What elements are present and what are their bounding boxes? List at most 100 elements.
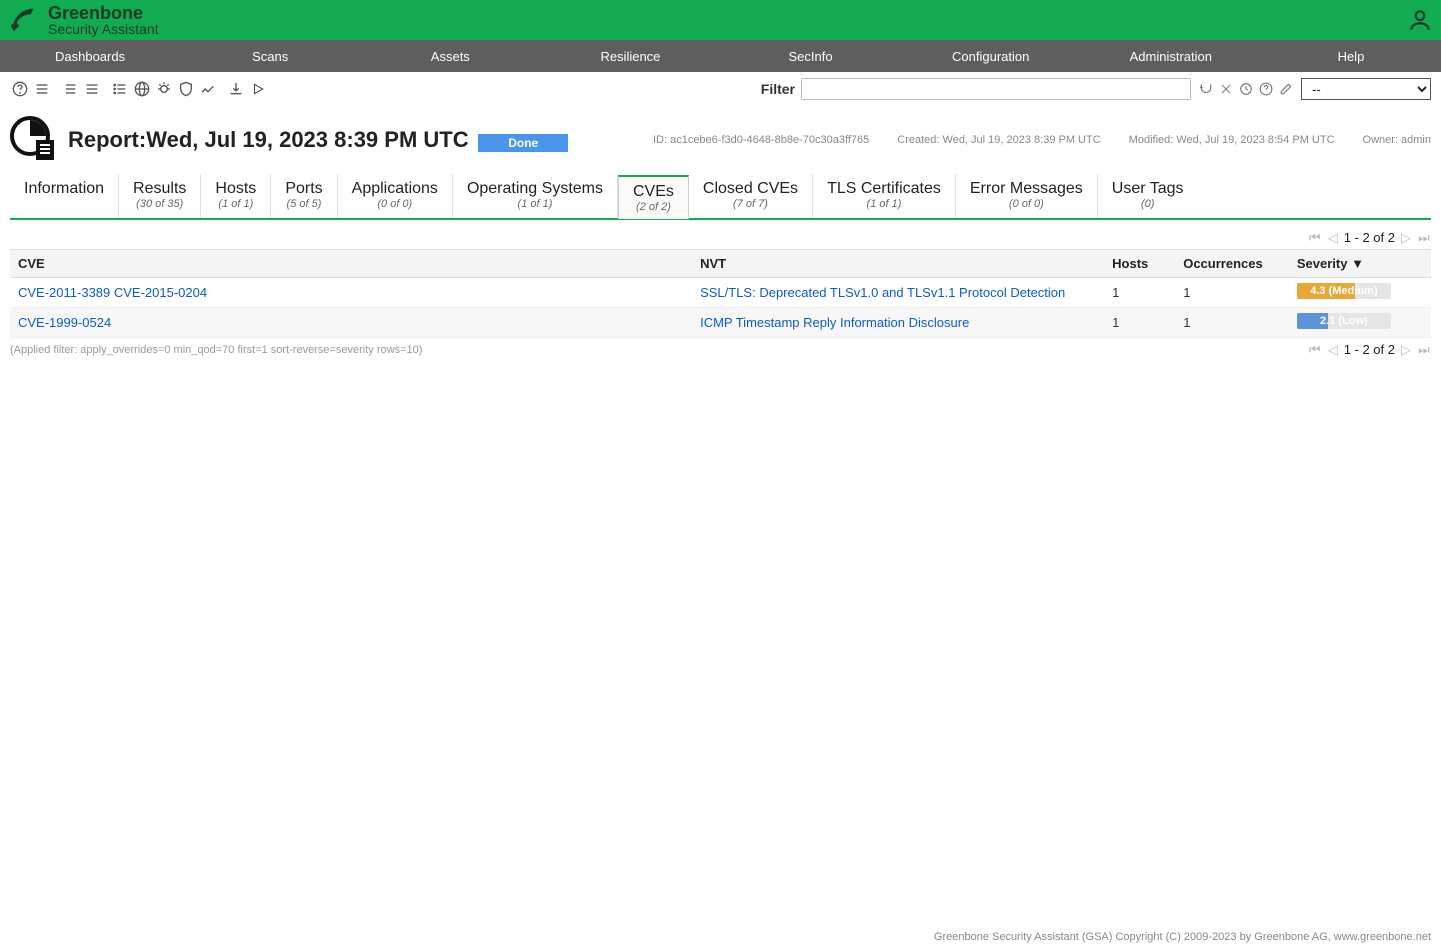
- pagination-top: ⏮ ◁ 1 - 2 of 2 ▷ ⏭: [10, 226, 1431, 249]
- page-last-icon[interactable]: ⏭: [1417, 231, 1431, 245]
- logo-text: Greenbone Security Assistant: [48, 4, 159, 36]
- occurrences-cell: 1: [1175, 308, 1289, 338]
- page-header: Report:Wed, Jul 19, 2023 8:39 PM UTC Don…: [0, 106, 1441, 174]
- main-menu: Dashboards Scans Assets Resilience SecIn…: [0, 40, 1441, 72]
- bug-icon[interactable]: [154, 79, 174, 99]
- tab-label: CVEs: [633, 183, 674, 201]
- brand-line1: Greenbone: [48, 4, 159, 22]
- menu-assets[interactable]: Assets: [360, 41, 540, 72]
- tab-label: TLS Certificates: [827, 180, 941, 198]
- tab-ports[interactable]: Ports(5 of 5): [271, 174, 337, 218]
- logo-area[interactable]: Greenbone Security Assistant: [8, 3, 159, 37]
- cve-link[interactable]: CVE-1999-0524: [18, 315, 111, 330]
- shield-icon[interactable]: [176, 79, 196, 99]
- tab-closed-cves[interactable]: Closed CVEs(7 of 7): [689, 174, 813, 218]
- footer-text: Greenbone Security Assistant (GSA) Copyr…: [934, 931, 1431, 943]
- add-filter-icon[interactable]: [60, 79, 80, 99]
- page-next-icon[interactable]: ▷: [1399, 343, 1413, 357]
- tab-count: (0): [1112, 198, 1184, 210]
- tab-label: Ports: [285, 180, 322, 198]
- tab-label: Error Messages: [970, 180, 1083, 198]
- tab-count: (1 of 1): [467, 198, 603, 210]
- filter-clear-icon[interactable]: [1217, 80, 1235, 98]
- meta-info: ID: ac1cebe6-f3d0-4648-8b8e-70c30a3ff765…: [653, 134, 1431, 146]
- tab-label: User Tags: [1112, 180, 1184, 198]
- tab-hosts[interactable]: Hosts(1 of 1): [201, 174, 271, 218]
- filter-input[interactable]: [801, 78, 1191, 100]
- page-first-icon[interactable]: ⏮: [1308, 343, 1322, 357]
- help-icon[interactable]: [10, 79, 30, 99]
- play-icon[interactable]: [248, 79, 268, 99]
- menu-resilience[interactable]: Resilience: [540, 41, 720, 72]
- tab-tls-certificates[interactable]: TLS Certificates(1 of 1): [813, 174, 956, 218]
- tab-label: Closed CVEs: [703, 180, 798, 198]
- col-occurrences[interactable]: Occurrences: [1175, 250, 1289, 278]
- title-date: Wed, Jul 19, 2023 8:39 PM UTC: [146, 127, 468, 152]
- tab-label: Applications: [352, 180, 438, 198]
- filter-reset-icon[interactable]: [1237, 80, 1255, 98]
- severity-bar: 4.3 (Medium): [1297, 283, 1391, 299]
- page-first-icon[interactable]: ⏮: [1308, 231, 1322, 245]
- col-severity[interactable]: Severity ▼: [1289, 250, 1431, 278]
- hosts-cell: 1: [1104, 308, 1175, 338]
- filter-select[interactable]: --: [1301, 78, 1431, 100]
- page-range: 1 - 2 of 2: [1344, 342, 1395, 357]
- tab-user-tags[interactable]: User Tags(0): [1098, 174, 1198, 218]
- occurrences-cell: 1: [1175, 278, 1289, 308]
- col-cve[interactable]: CVE: [10, 250, 692, 278]
- col-nvt[interactable]: NVT: [692, 250, 1104, 278]
- menu-configuration[interactable]: Configuration: [901, 41, 1081, 72]
- filter-edit-icon[interactable]: [1277, 80, 1295, 98]
- col-hosts[interactable]: Hosts: [1104, 250, 1175, 278]
- menu-administration[interactable]: Administration: [1081, 41, 1261, 72]
- globe-icon[interactable]: [132, 79, 152, 99]
- cve-link[interactable]: CVE-2011-3389 CVE-2015-0204: [18, 285, 207, 300]
- tab-cves[interactable]: CVEs(2 of 2): [618, 175, 689, 219]
- list-icon[interactable]: [32, 79, 52, 99]
- menu-help[interactable]: Help: [1261, 41, 1441, 72]
- status-badge: Done: [478, 134, 568, 152]
- tab-label: Operating Systems: [467, 180, 603, 198]
- tab-count: (30 of 35): [133, 198, 186, 210]
- title-prefix: Report:: [68, 127, 146, 152]
- report-created: Created: Wed, Jul 19, 2023 8:39 PM UTC: [897, 134, 1100, 146]
- task-icon[interactable]: [110, 79, 130, 99]
- download-icon[interactable]: [226, 79, 246, 99]
- tab-results[interactable]: Results(30 of 35): [119, 174, 201, 218]
- tab-error-messages[interactable]: Error Messages(0 of 0): [956, 174, 1098, 218]
- menu-secinfo[interactable]: SecInfo: [721, 41, 901, 72]
- tab-label: Information: [24, 180, 104, 198]
- nvt-link[interactable]: SSL/TLS: Deprecated TLSv1.0 and TLSv1.1 …: [700, 285, 1065, 300]
- tab-label: Hosts: [215, 180, 256, 198]
- filter-apply-icon[interactable]: [1197, 80, 1215, 98]
- menu-scans[interactable]: Scans: [180, 41, 360, 72]
- user-menu-icon[interactable]: [1407, 7, 1433, 33]
- menu-dashboards[interactable]: Dashboards: [0, 41, 180, 72]
- page-last-icon[interactable]: ⏭: [1417, 343, 1431, 357]
- page-prev-icon[interactable]: ◁: [1326, 231, 1340, 245]
- tab-operating-systems[interactable]: Operating Systems(1 of 1): [453, 174, 618, 218]
- tab-count: (0 of 0): [970, 198, 1083, 210]
- toolbar: Filter --: [0, 72, 1441, 106]
- tab-count: (2 of 2): [633, 201, 674, 213]
- hosts-cell: 1: [1104, 278, 1175, 308]
- remove-filter-icon[interactable]: [82, 79, 102, 99]
- performance-icon[interactable]: [198, 79, 218, 99]
- page-next-icon[interactable]: ▷: [1399, 231, 1413, 245]
- report-icon: [10, 116, 58, 164]
- filter-help-icon[interactable]: [1257, 80, 1275, 98]
- report-id: ID: ac1cebe6-f3d0-4648-8b8e-70c30a3ff765: [653, 134, 869, 146]
- title-block: Report:Wed, Jul 19, 2023 8:39 PM UTC Don…: [68, 127, 568, 153]
- report-modified: Modified: Wed, Jul 19, 2023 8:54 PM UTC: [1129, 134, 1335, 146]
- tabs: InformationResults(30 of 35)Hosts(1 of 1…: [10, 174, 1431, 220]
- tab-information[interactable]: Information: [10, 174, 119, 218]
- nvt-link[interactable]: ICMP Timestamp Reply Information Disclos…: [700, 315, 969, 330]
- cve-table: CVE NVT Hosts Occurrences Severity ▼ CVE…: [10, 249, 1431, 338]
- filter-section: Filter --: [761, 78, 1431, 100]
- page-prev-icon[interactable]: ◁: [1326, 343, 1340, 357]
- tab-applications[interactable]: Applications(0 of 0): [338, 174, 453, 218]
- applied-filter-text: (Applied filter: apply_overrides=0 min_q…: [10, 340, 422, 360]
- greenbone-logo-icon: [8, 3, 42, 37]
- header: Greenbone Security Assistant: [0, 0, 1441, 40]
- tab-count: (1 of 1): [827, 198, 941, 210]
